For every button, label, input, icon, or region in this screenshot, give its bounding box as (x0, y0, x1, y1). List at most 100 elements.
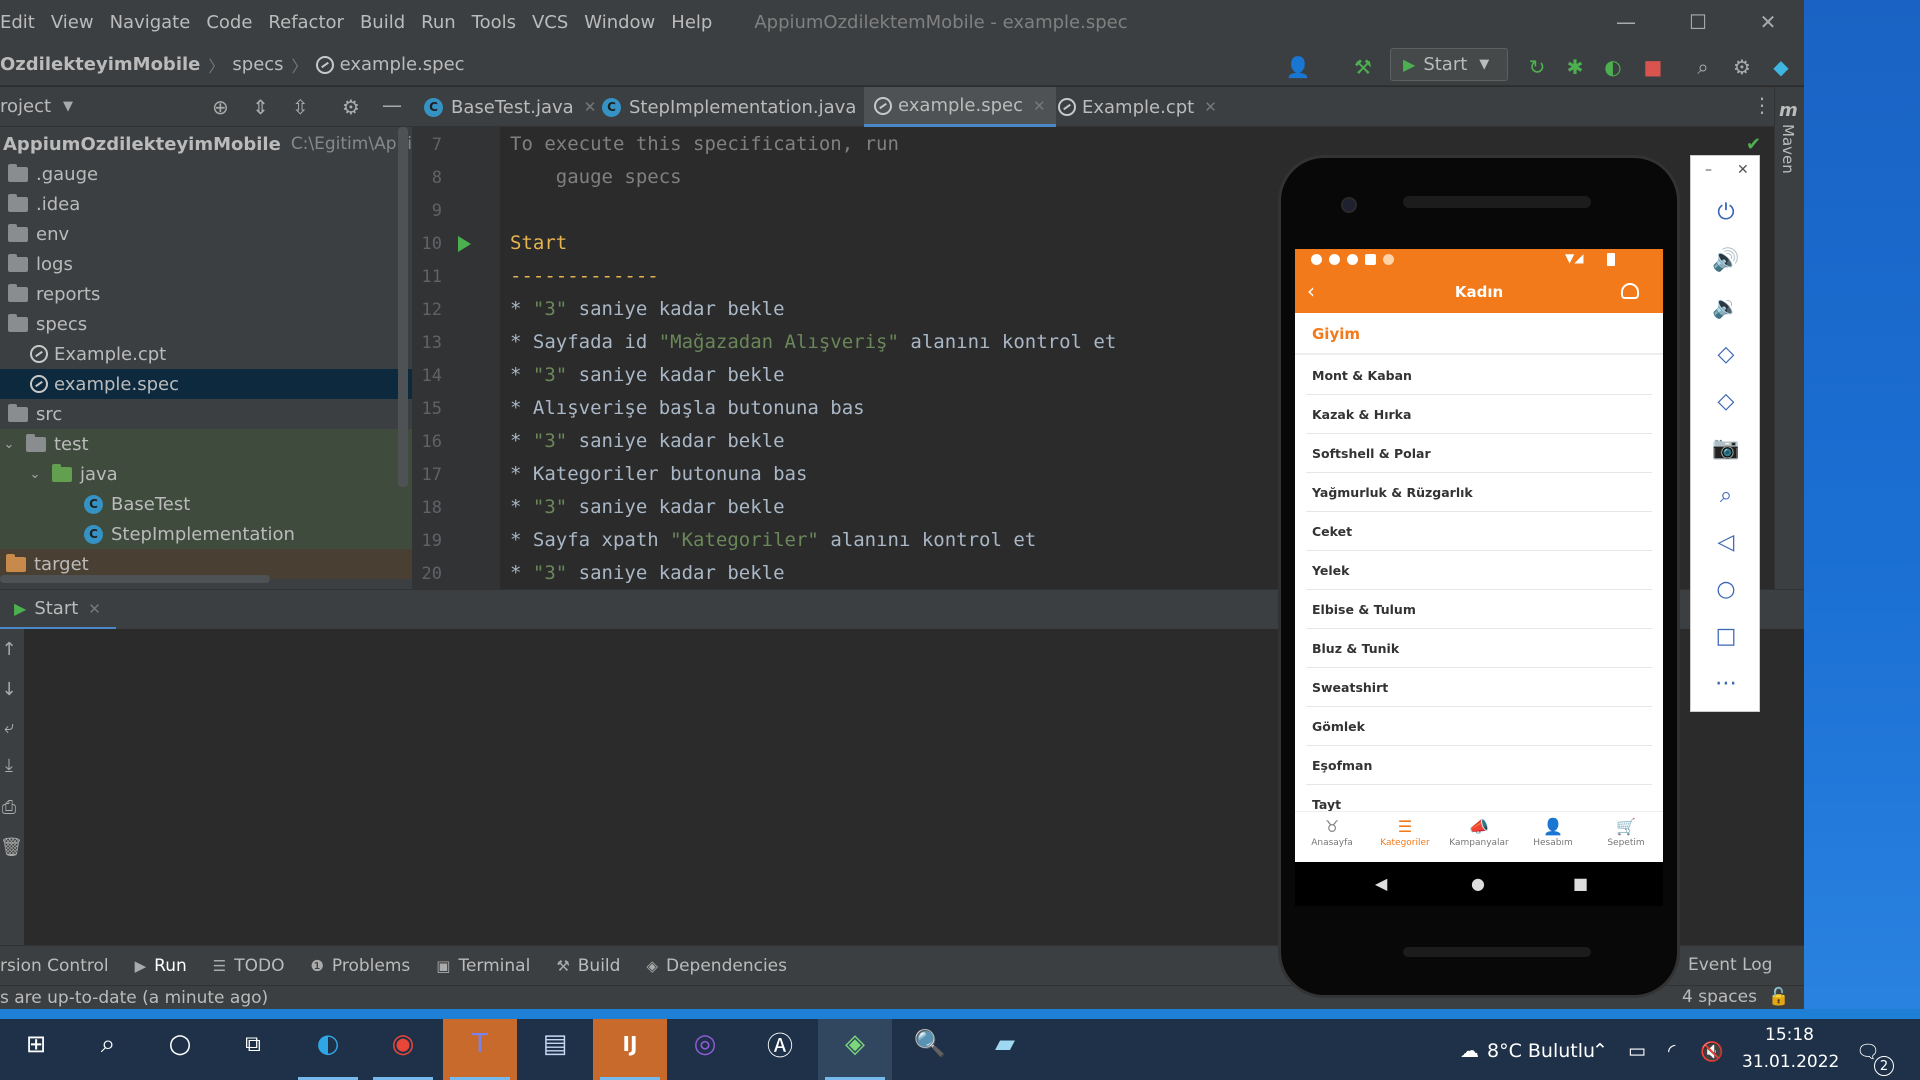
cortana-icon[interactable]: ○ (160, 1024, 200, 1064)
event-log-button[interactable]: Event Log (1688, 955, 1772, 975)
category-item[interactable]: Kazak & Hırka (1306, 395, 1652, 434)
tab-example-cpt[interactable]: Example.cpt ✕ (1058, 87, 1217, 127)
category-item[interactable]: Gömlek (1306, 707, 1652, 746)
close-window-icon[interactable]: ✕ (1754, 8, 1782, 36)
menu-build[interactable]: Build (360, 12, 405, 33)
nav-kampanyalar[interactable]: 📣 Kampanyalar (1442, 816, 1516, 848)
debug-bug-icon[interactable]: ✱ (1562, 54, 1588, 80)
code-line[interactable]: * "3" saniye kadar bekle (510, 496, 785, 518)
category-item[interactable]: Elbise & Tulum (1306, 590, 1652, 629)
close-icon[interactable]: ✕ (584, 98, 597, 116)
tool-problems[interactable]: ❶ Problems (310, 956, 410, 976)
gear-icon[interactable]: ⚙ (342, 95, 360, 119)
soft-wrap-icon[interactable]: ⤶ (0, 717, 18, 738)
category-item[interactable]: Bluz & Tunik (1306, 629, 1652, 668)
tree-item-idea[interactable]: .idea (0, 189, 412, 219)
print-icon[interactable]: ⎙ (0, 797, 18, 818)
rotate-right-icon[interactable]: ◇ (1691, 389, 1761, 414)
maven-icon[interactable]: m (1779, 100, 1798, 121)
magnifier-app-icon[interactable]: 🔍 (910, 1024, 950, 1064)
tree-item-gauge[interactable]: .gauge (0, 159, 412, 189)
code-line[interactable]: * Sayfa xpath "Kategoriler" alanını kont… (510, 529, 1036, 551)
zoom-icon[interactable]: ⌕ (1691, 483, 1761, 508)
chevron-up-icon[interactable]: ⌃ (1592, 1040, 1608, 1062)
appium-icon[interactable]: Ⓐ (760, 1024, 800, 1064)
tree-item-test[interactable]: ⌄ test (0, 429, 412, 459)
code-line[interactable]: * Kategoriler butonuna bas (510, 463, 807, 485)
code-line[interactable]: * "3" saniye kadar bekle (510, 364, 785, 386)
minimize-icon[interactable]: — (1612, 8, 1640, 36)
tool-dependencies[interactable]: ◈ Dependencies (646, 956, 787, 976)
stop-icon[interactable]: ■ (1640, 54, 1666, 80)
eclipse-icon[interactable]: ◎ (685, 1024, 725, 1064)
run-scenario-icon[interactable] (458, 236, 471, 252)
tool-run[interactable]: ▶ Run (135, 956, 187, 976)
code-line[interactable]: * Alışverişe başla butonuna bas (510, 397, 865, 419)
tree-item-example-spec[interactable]: example.spec (0, 369, 412, 399)
category-item[interactable]: Softshell & Polar (1306, 434, 1652, 473)
chevron-down-icon[interactable]: ▼ (63, 99, 73, 114)
tool-terminal[interactable]: ▣ Terminal (436, 956, 530, 976)
tree-item-example-cpt[interactable]: Example.cpt (0, 339, 412, 369)
menu-code[interactable]: Code (206, 12, 252, 33)
code-line[interactable]: gauge specs (510, 166, 682, 188)
rerun-icon[interactable]: ↻ (1524, 54, 1550, 80)
lock-icon[interactable]: 🔓 (1768, 987, 1789, 1007)
indent-setting[interactable]: 4 spaces 🔓 (1682, 987, 1790, 1007)
nav-kategoriler[interactable]: ☰ Kategoriler (1368, 816, 1442, 848)
close-icon[interactable]: ✕ (1204, 98, 1217, 116)
back-icon[interactable]: ◁ (1691, 530, 1761, 555)
android-studio-icon[interactable]: ◈ (835, 1024, 875, 1064)
tree-item-basetest[interactable]: C BaseTest (0, 489, 412, 519)
chevron-down-icon[interactable]: ⌄ (0, 437, 18, 452)
gear-icon[interactable]: ⚙ (1729, 54, 1755, 80)
tree-item-stepimplementation[interactable]: C StepImplementation (0, 519, 412, 549)
back-icon[interactable]: ◀ (1375, 874, 1387, 893)
tab-run-start[interactable]: ▶ Start ✕ (0, 590, 116, 630)
chevron-down-icon[interactable]: ⌄ (26, 467, 44, 482)
category-section-title[interactable]: Giyim (1295, 313, 1663, 355)
code-line[interactable]: * "3" saniye kadar bekle (510, 562, 785, 584)
collapse-all-icon[interactable]: ⇳ (292, 95, 309, 119)
volume-muted-icon[interactable]: 🔇 (1700, 1040, 1724, 1063)
close-icon[interactable]: ✕ (1737, 162, 1749, 178)
category-item[interactable]: Mont & Kaban (1306, 356, 1652, 395)
volume-down-icon[interactable]: 🔉 (1691, 295, 1761, 320)
home-button-icon[interactable]: ● (1471, 874, 1485, 893)
menu-run[interactable]: Run (421, 12, 456, 33)
expand-all-icon[interactable]: ⇕ (252, 95, 269, 119)
vertical-scrollbar[interactable] (398, 127, 408, 487)
breadcrumb-file[interactable]: example.spec (340, 54, 465, 75)
maven-tool-button[interactable]: Maven (1779, 124, 1797, 174)
close-icon[interactable]: ✕ (88, 600, 101, 618)
scroll-to-end-icon[interactable]: ⤓ (0, 755, 18, 776)
wifi-icon[interactable]: ◜ (1668, 1040, 1675, 1062)
scenario-heading[interactable]: Start (510, 232, 567, 254)
menu-navigate[interactable]: Navigate (110, 12, 191, 33)
menu-view[interactable]: View (51, 12, 94, 33)
category-item[interactable]: Eşofman (1306, 746, 1652, 785)
trash-icon[interactable]: 🗑 (0, 837, 23, 858)
locate-icon[interactable]: ⊕ (212, 95, 229, 119)
volume-up-icon[interactable]: 🔊 (1691, 248, 1761, 273)
menu-refactor[interactable]: Refactor (268, 12, 344, 33)
search-icon[interactable]: ⌕ (1690, 54, 1716, 80)
notes-app-icon[interactable]: ▰ (985, 1024, 1025, 1064)
heading-underline[interactable]: ------------- (510, 265, 659, 287)
edge-icon[interactable]: ◐ (308, 1024, 348, 1064)
intellij-icon[interactable]: IJ (610, 1024, 650, 1064)
tree-item-env[interactable]: env (0, 219, 412, 249)
support-icon[interactable] (1621, 283, 1639, 299)
horizontal-scrollbar[interactable] (0, 575, 270, 583)
more-icon[interactable]: ⋯ (1691, 671, 1761, 696)
camera-icon[interactable]: 📷 (1691, 436, 1761, 461)
breadcrumb-project[interactable]: OzdilekteyimMobile (0, 54, 200, 75)
minimize-icon[interactable]: – (1705, 162, 1712, 178)
tab-example-spec[interactable]: example.spec ✕ (864, 87, 1056, 127)
tree-item-java[interactable]: ⌄ java (0, 459, 412, 489)
category-item[interactable]: Yağmurluk & Rüzgarlık (1306, 473, 1652, 512)
code-line[interactable]: * Sayfada id "Mağazadan Alışveriş" alanı… (510, 331, 1116, 353)
menu-help[interactable]: Help (671, 12, 712, 33)
tree-item-specs[interactable]: specs (0, 309, 412, 339)
run-configuration-select[interactable]: ▶ Start ▼ (1390, 48, 1508, 81)
